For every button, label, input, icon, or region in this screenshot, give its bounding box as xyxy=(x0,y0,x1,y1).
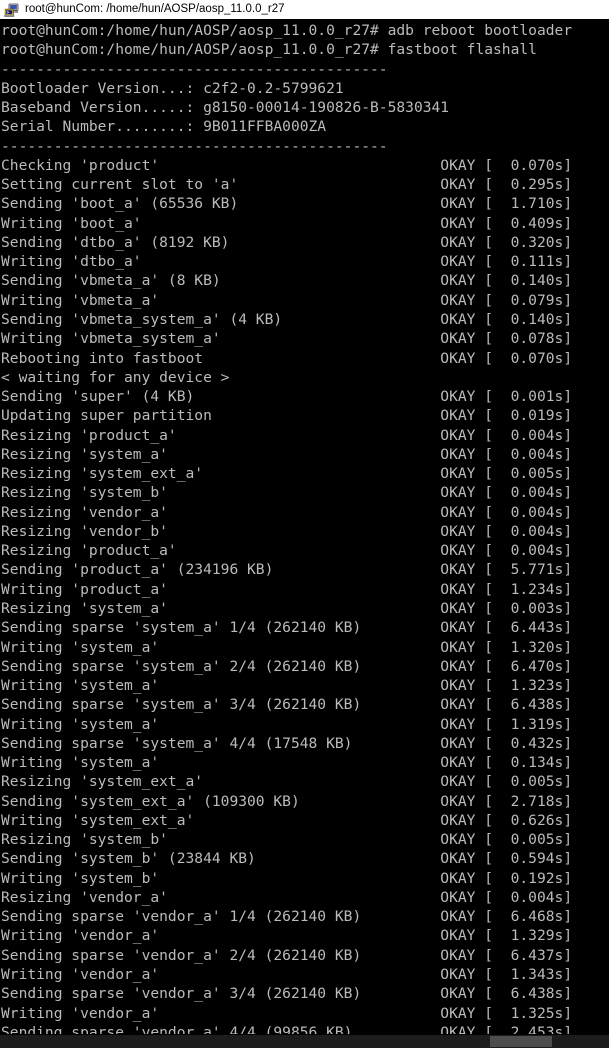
terminal-line: Resizing 'system_ext_a' OKAY [ 0.005s] xyxy=(1,773,573,791)
terminal-line: Sending 'system_b' (23844 KB) OKAY [ 0.5… xyxy=(1,850,573,868)
terminal-line: Sending 'product_a' (234196 KB) OKAY [ 5… xyxy=(1,561,573,579)
terminal-line: Writing 'dtbo_a' OKAY [ 0.111s] xyxy=(1,253,573,271)
terminal-line: Resizing 'product_a' OKAY [ 0.004s] xyxy=(1,542,573,560)
terminal-line: Resizing 'system_ext_a' OKAY [ 0.005s] xyxy=(1,465,573,483)
terminal-line: Writing 'system_ext_a' OKAY [ 0.626s] xyxy=(1,811,573,829)
terminal-line: Sending sparse 'system_a' 3/4 (262140 KB… xyxy=(1,696,573,714)
terminal-line: Setting current slot to 'a' OKAY [ 0.295… xyxy=(1,176,573,194)
terminal-line: Checking 'product' OKAY [ 0.070s] xyxy=(1,156,573,174)
terminal-line: Sending sparse 'vendor_a' 3/4 (262140 KB… xyxy=(1,985,573,1003)
terminal-line: Sending 'vbmeta_system_a' (4 KB) OKAY [ … xyxy=(1,310,573,328)
terminal-line: root@hunCom:/home/hun/AOSP/aosp_11.0.0_r… xyxy=(1,41,537,59)
terminal-line: Writing 'vendor_a' OKAY [ 1.343s] xyxy=(1,966,573,984)
terminal-line: Sending sparse 'system_a' 2/4 (262140 KB… xyxy=(1,657,573,675)
terminal-line: Sending sparse 'system_a' 4/4 (17548 KB)… xyxy=(1,734,573,752)
terminal-line: Writing 'vendor_a' OKAY [ 1.329s] xyxy=(1,927,573,945)
terminal-line: Writing 'system_b' OKAY [ 0.192s] xyxy=(1,869,573,887)
horizontal-scrollbar-thumb[interactable] xyxy=(490,1036,552,1047)
terminal-line: Resizing 'vendor_a' OKAY [ 0.004s] xyxy=(1,888,573,906)
terminal-line: Sending sparse 'system_a' 1/4 (262140 KB… xyxy=(1,619,573,637)
terminal-line: Sending 'super' (4 KB) OKAY [ 0.001s] xyxy=(1,388,573,406)
terminal-line: Writing 'system_a' OKAY [ 1.320s] xyxy=(1,638,573,656)
terminal-line: Writing 'vbmeta_a' OKAY [ 0.079s] xyxy=(1,291,573,309)
terminal-line: Sending 'dtbo_a' (8192 KB) OKAY [ 0.320s… xyxy=(1,233,573,251)
terminal-line: Resizing 'system_b' OKAY [ 0.005s] xyxy=(1,831,573,849)
terminal-output-area[interactable]: root@hunCom:/home/hun/AOSP/aosp_11.0.0_r… xyxy=(0,19,609,1034)
terminal-line: Sending sparse 'vendor_a' 2/4 (262140 KB… xyxy=(1,946,573,964)
putty-terminal-window: root@hunCom: /home/hun/AOSP/aosp_11.0.0_… xyxy=(0,0,609,1048)
terminal-line: root@hunCom:/home/hun/AOSP/aosp_11.0.0_r… xyxy=(1,22,573,39)
putty-terminal-icon xyxy=(4,3,19,17)
terminal-line: Writing 'system_a' OKAY [ 1.319s] xyxy=(1,715,573,733)
terminal-line: Resizing 'product_a' OKAY [ 0.004s] xyxy=(1,426,573,444)
terminal-line: Writing 'product_a' OKAY [ 1.234s] xyxy=(1,580,573,598)
terminal-line: Writing 'system_a' OKAY [ 0.134s] xyxy=(1,754,573,772)
window-titlebar: root@hunCom: /home/hun/AOSP/aosp_11.0.0_… xyxy=(0,0,609,19)
terminal-line: Resizing 'system_b' OKAY [ 0.004s] xyxy=(1,484,573,502)
terminal-line: Bootloader Version...: c2f2-0.2-5799621 xyxy=(1,79,344,97)
terminal-line: Baseband Version.....: g8150-00014-19082… xyxy=(1,99,450,117)
terminal-line: Resizing 'vendor_a' OKAY [ 0.004s] xyxy=(1,503,573,521)
terminal-line: Sending 'system_ext_a' (109300 KB) OKAY … xyxy=(1,792,573,810)
terminal-line: Sending sparse 'vendor_a' 1/4 (262140 KB… xyxy=(1,908,573,926)
terminal-line: Writing 'system_a' OKAY [ 1.323s] xyxy=(1,677,573,695)
terminal-line: Sending 'vbmeta_a' (8 KB) OKAY [ 0.140s] xyxy=(1,272,573,290)
terminal-line: Serial Number........: 9B011FFBA000ZA xyxy=(1,118,327,136)
terminal-line: < waiting for any device > xyxy=(1,368,230,386)
terminal-line: Writing 'vendor_a' OKAY [ 1.325s] xyxy=(1,1004,573,1022)
horizontal-scrollbar[interactable] xyxy=(0,1034,609,1048)
terminal-line: Sending sparse 'vendor_a' 4/4 (99856 KB)… xyxy=(1,1023,573,1034)
terminal-line: Updating super partition OKAY [ 0.019s] xyxy=(1,407,573,425)
window-title-text: root@hunCom: /home/hun/AOSP/aosp_11.0.0_… xyxy=(25,3,285,15)
terminal-line: Resizing 'system_a' OKAY [ 0.003s] xyxy=(1,599,573,617)
terminal-line: Resizing 'vendor_b' OKAY [ 0.004s] xyxy=(1,522,573,540)
terminal-line: ----------------------------------------… xyxy=(1,137,388,155)
terminal-line: Rebooting into fastboot OKAY [ 0.070s] xyxy=(1,349,573,367)
terminal-line: Writing 'vbmeta_system_a' OKAY [ 0.078s] xyxy=(1,330,573,348)
terminal-line: ----------------------------------------… xyxy=(1,60,388,78)
terminal-line: Sending 'boot_a' (65536 KB) OKAY [ 1.710… xyxy=(1,195,573,213)
terminal-line: Writing 'boot_a' OKAY [ 0.409s] xyxy=(1,214,573,232)
terminal-line: Resizing 'system_a' OKAY [ 0.004s] xyxy=(1,445,573,463)
